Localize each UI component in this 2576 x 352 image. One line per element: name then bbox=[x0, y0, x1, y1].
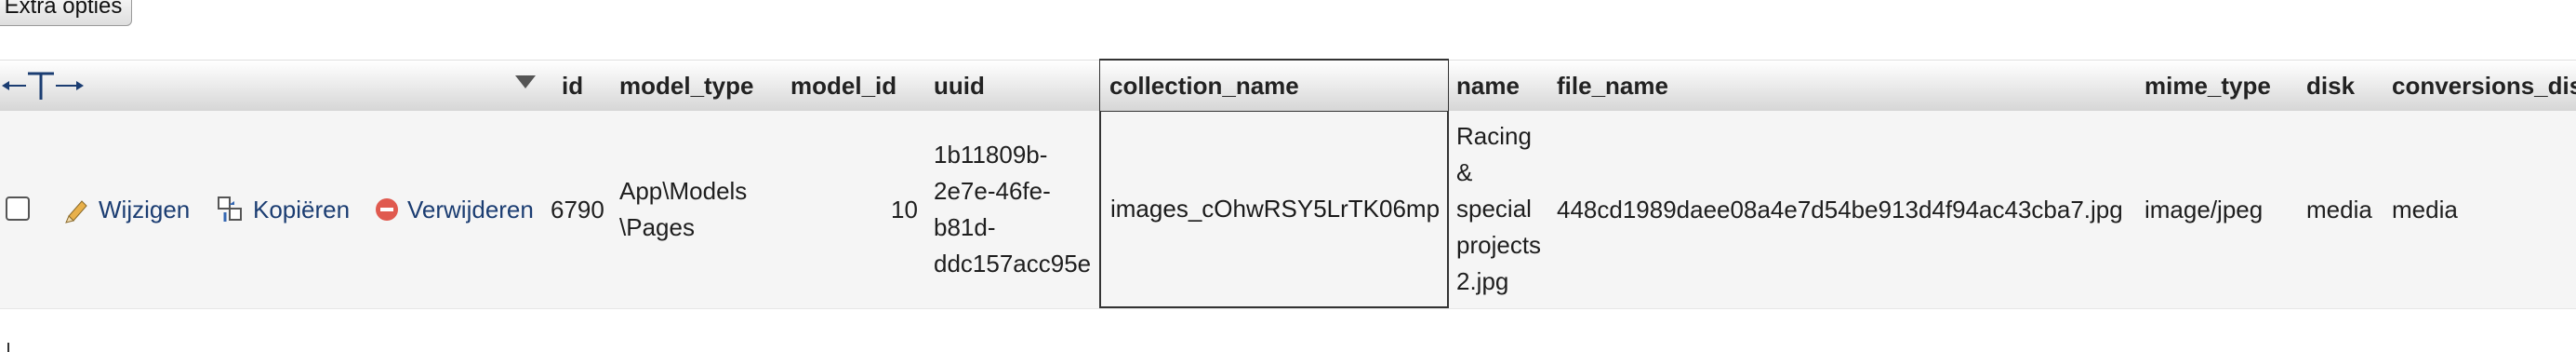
extra-options-button[interactable]: Extra opties bbox=[0, 0, 132, 26]
scroll-marker bbox=[7, 343, 15, 352]
edit-link[interactable]: Wijzigen bbox=[63, 111, 190, 308]
copy-link[interactable]: Kopiëren bbox=[216, 111, 350, 308]
table-row: Wijzigen Kopiëren Verwijderen 6790 App\M… bbox=[0, 111, 2576, 309]
column-header-uuid[interactable]: uuid bbox=[934, 61, 985, 111]
delete-label[interactable]: Verwijderen bbox=[407, 196, 534, 224]
delete-link[interactable]: Verwijderen bbox=[374, 111, 534, 308]
sort-dropdown-icon[interactable] bbox=[513, 74, 538, 90]
column-resize-icon[interactable] bbox=[2, 70, 84, 102]
cell-model-id: 10 bbox=[891, 195, 918, 223]
name-line: projects bbox=[1456, 231, 1542, 259]
uuid-line: 1b11809b- bbox=[934, 141, 1048, 169]
column-header-disk[interactable]: disk bbox=[2306, 61, 2355, 111]
pencil-icon bbox=[65, 200, 87, 223]
column-header-model-id[interactable]: model_id bbox=[790, 61, 896, 111]
model-type-line: App\Models bbox=[619, 177, 748, 205]
cell-mime-type: image/jpeg bbox=[2144, 195, 2264, 223]
cell-uuid: 1b11809b- 2e7e-46fe- b81d- ddc157acc95e bbox=[934, 111, 1091, 308]
cell-file-name: 448cd1989daee08a4e7d54be913d4f94ac43cba7… bbox=[1557, 195, 2123, 223]
column-header-collection-name[interactable]: collection_name bbox=[1099, 59, 1449, 111]
cell-id: 6790 bbox=[551, 195, 604, 223]
uuid-line: b81d- bbox=[934, 213, 996, 241]
column-header-file-name[interactable]: file_name bbox=[1557, 61, 1668, 111]
delete-icon bbox=[376, 198, 398, 221]
name-line: 2.jpg bbox=[1456, 267, 1509, 295]
collection-name-value[interactable]: images_cOhwRSY5LrTK06mp bbox=[1110, 195, 1440, 223]
name-line: & bbox=[1456, 158, 1473, 186]
cell-conversions-disk: media bbox=[2392, 195, 2458, 223]
copy-label[interactable]: Kopiëren bbox=[253, 196, 350, 224]
table-header-row: id model_type model_id uuid collection_n… bbox=[0, 59, 2576, 112]
column-header-model-type[interactable]: model_type bbox=[619, 61, 754, 111]
uuid-line: 2e7e-46fe- bbox=[934, 177, 1051, 205]
name-line: special bbox=[1456, 195, 1532, 223]
column-header-name[interactable]: name bbox=[1456, 61, 1520, 111]
copy-icon bbox=[218, 196, 242, 222]
uuid-line: ddc157acc95e bbox=[934, 250, 1092, 278]
cell-collection-name[interactable]: images_cOhwRSY5LrTK06mp bbox=[1099, 111, 1449, 308]
model-type-line: \Pages bbox=[619, 213, 695, 241]
cell-name: Racing & special projects 2.jpg bbox=[1456, 118, 1541, 300]
cell-disk: media bbox=[2306, 195, 2372, 223]
column-header-conversions-disk[interactable]: conversions_dis bbox=[2392, 61, 2576, 111]
name-line: Racing bbox=[1456, 122, 1532, 150]
row-select-checkbox[interactable] bbox=[6, 196, 30, 221]
cell-model-type: App\Models \Pages bbox=[619, 111, 747, 308]
edit-label[interactable]: Wijzigen bbox=[99, 196, 190, 224]
column-header-id[interactable]: id bbox=[562, 61, 583, 111]
column-header-mime-type[interactable]: mime_type bbox=[2144, 61, 2271, 111]
